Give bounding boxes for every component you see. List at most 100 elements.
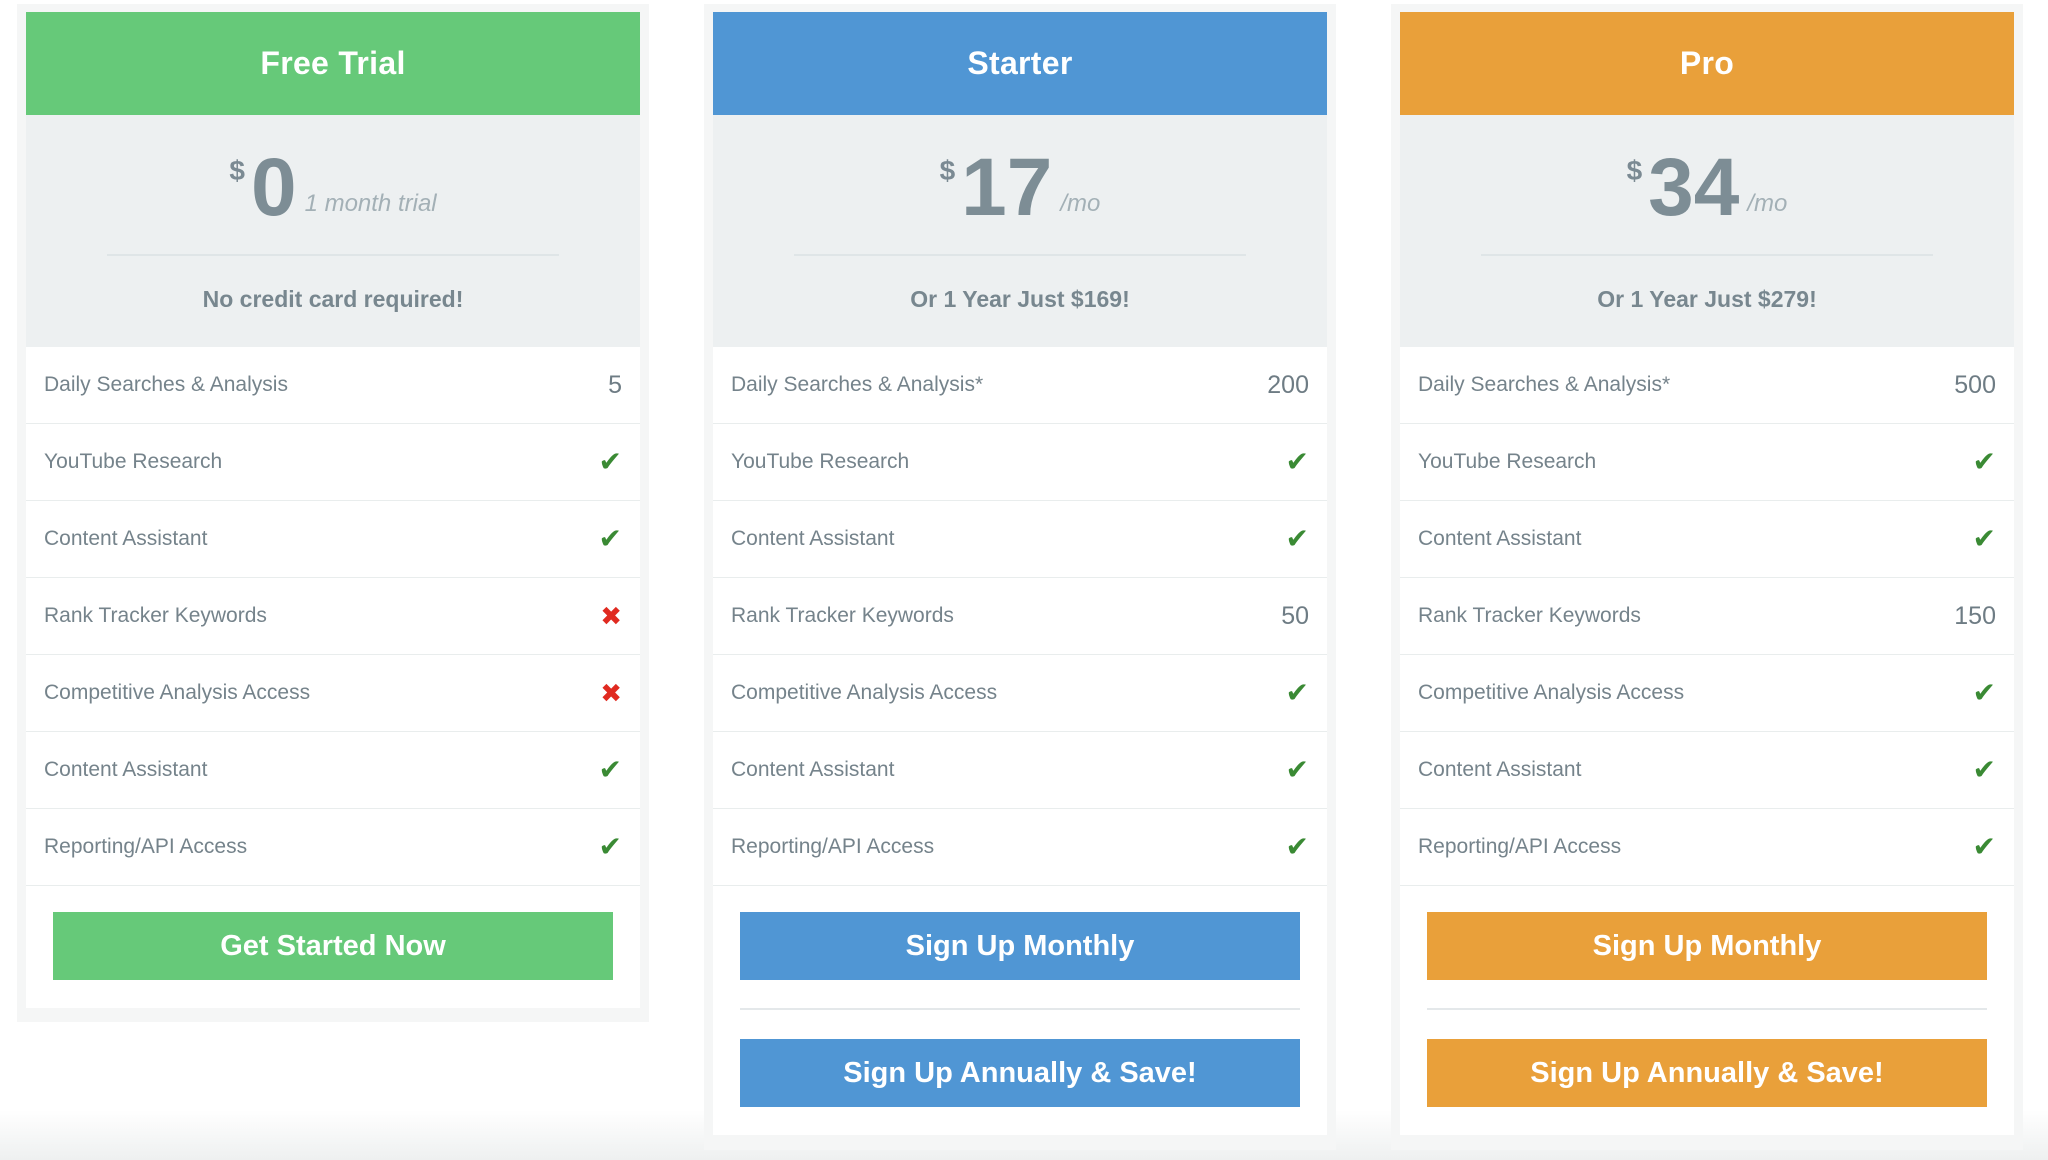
- plan-card-free-trial: Free Trial $0 1 month trial No credit car…: [17, 4, 649, 1022]
- feature-value: 200: [1267, 370, 1309, 399]
- price-box: $34/mo Or 1 Year Just $279!: [1400, 115, 2014, 347]
- feature-row: YouTube Research ✔: [713, 424, 1327, 501]
- sign-up-annually-button[interactable]: Sign Up Annually & Save!: [1427, 1039, 1987, 1107]
- feature-label: Content Assistant: [731, 758, 895, 781]
- price: $17/mo: [713, 141, 1327, 235]
- feature-row: Content Assistant ✔: [713, 501, 1327, 578]
- feature-label: Reporting/API Access: [731, 835, 935, 858]
- feature-row: Reporting/API Access ✔: [1400, 809, 2014, 886]
- get-started-button[interactable]: Get Started Now: [53, 912, 613, 980]
- button-divider: [1427, 1008, 1987, 1010]
- check-icon: ✔: [598, 831, 622, 862]
- feature-row: Competitive Analysis Access ✔: [1400, 655, 2014, 732]
- check-icon: ✔: [1285, 677, 1309, 708]
- price-amount: 34: [1648, 142, 1740, 233]
- feature-value: 5: [608, 370, 622, 399]
- check-icon: ✔: [1972, 446, 1996, 477]
- plan-actions: Sign Up Monthly Sign Up Annually & Save!: [713, 886, 1327, 1135]
- feature-row: YouTube Research ✔: [26, 424, 640, 501]
- price-period: /mo: [1747, 190, 1788, 217]
- price-amount: 0: [250, 142, 297, 233]
- feature-row: Content Assistant ✔: [26, 501, 640, 578]
- price-note: Or 1 Year Just $169!: [910, 286, 1130, 312]
- price-amount: 17: [961, 142, 1053, 233]
- check-icon: ✔: [1972, 831, 1996, 862]
- sign-up-monthly-button[interactable]: Sign Up Monthly: [1427, 912, 1987, 980]
- feature-label: Rank Tracker Keywords: [44, 604, 267, 627]
- check-icon: ✔: [1285, 754, 1309, 785]
- price-box: $0 1 month trial No credit card required!: [26, 115, 640, 347]
- feature-value: 150: [1954, 601, 1996, 630]
- feature-label: YouTube Research: [44, 450, 223, 473]
- feature-row: Rank Tracker Keywords ✖: [26, 578, 640, 655]
- price: $0 1 month trial: [26, 141, 640, 235]
- feature-label: Content Assistant: [731, 527, 895, 550]
- currency-symbol: $: [229, 155, 245, 186]
- check-icon: ✔: [1285, 523, 1309, 554]
- feature-value: 500: [1954, 370, 1996, 399]
- feature-label: YouTube Research: [731, 450, 910, 473]
- divider: [1481, 254, 1933, 256]
- check-icon: ✔: [1972, 523, 1996, 554]
- feature-label: Competitive Analysis Access: [1418, 681, 1685, 704]
- feature-label: YouTube Research: [1418, 450, 1597, 473]
- feature-row: Content Assistant ✔: [1400, 501, 2014, 578]
- currency-symbol: $: [1626, 155, 1643, 186]
- plan-title: Starter: [713, 12, 1327, 115]
- price-note: Or 1 Year Just $279!: [1597, 286, 1817, 312]
- feature-row: Competitive Analysis Access ✖: [26, 655, 640, 732]
- feature-label: Competitive Analysis Access: [44, 681, 311, 704]
- cross-icon: ✖: [600, 678, 622, 708]
- feature-value: 50: [1281, 601, 1309, 630]
- plan-title: Free Trial: [26, 12, 640, 115]
- check-icon: ✔: [1285, 446, 1309, 477]
- plan-actions: Sign Up Monthly Sign Up Annually & Save!: [1400, 886, 2014, 1135]
- price-note: No credit card required!: [202, 286, 464, 312]
- feature-label: Content Assistant: [44, 758, 208, 781]
- feature-row: Rank Tracker Keywords 50: [713, 578, 1327, 655]
- price-period: /mo: [1060, 190, 1101, 217]
- feature-label: Rank Tracker Keywords: [731, 604, 954, 627]
- feature-row: Rank Tracker Keywords 150: [1400, 578, 2014, 655]
- plan-title: Pro: [1400, 12, 2014, 115]
- cross-icon: ✖: [600, 601, 622, 631]
- plan-actions: Get Started Now: [26, 886, 640, 1008]
- feature-label: Daily Searches & Analysis: [44, 373, 288, 396]
- feature-row: Daily Searches & Analysis 5: [26, 347, 640, 424]
- feature-label: Competitive Analysis Access: [731, 681, 998, 704]
- feature-label: Reporting/API Access: [1418, 835, 1622, 858]
- feature-label: Content Assistant: [44, 527, 208, 550]
- feature-row: Competitive Analysis Access ✔: [713, 655, 1327, 732]
- check-icon: ✔: [1972, 677, 1996, 708]
- feature-row: Content Assistant ✔: [713, 732, 1327, 809]
- check-icon: ✔: [598, 754, 622, 785]
- button-divider: [740, 1008, 1300, 1010]
- price-period: 1 month trial: [304, 190, 437, 217]
- currency-symbol: $: [939, 155, 956, 186]
- check-icon: ✔: [598, 523, 622, 554]
- feature-row: YouTube Research ✔: [1400, 424, 2014, 501]
- plan-card-starter: Starter $17/mo Or 1 Year Just $169! Dail…: [704, 4, 1336, 1150]
- feature-row: Reporting/API Access ✔: [26, 809, 640, 886]
- feature-label: Daily Searches & Analysis*: [1418, 373, 1671, 396]
- feature-row: Content Assistant ✔: [1400, 732, 2014, 809]
- feature-label: Daily Searches & Analysis*: [731, 373, 984, 396]
- price: $34/mo: [1400, 141, 2014, 235]
- feature-row: Daily Searches & Analysis* 500: [1400, 347, 2014, 424]
- check-icon: ✔: [598, 446, 622, 477]
- sign-up-monthly-button[interactable]: Sign Up Monthly: [740, 912, 1300, 980]
- feature-row: Reporting/API Access ✔: [713, 809, 1327, 886]
- feature-label: Rank Tracker Keywords: [1418, 604, 1641, 627]
- check-icon: ✔: [1972, 754, 1996, 785]
- feature-row: Daily Searches & Analysis* 200: [713, 347, 1327, 424]
- plan-card-pro: Pro $34/mo Or 1 Year Just $279! Daily Se…: [1391, 4, 2023, 1150]
- divider: [107, 254, 559, 256]
- feature-label: Reporting/API Access: [44, 835, 248, 858]
- divider: [794, 254, 1246, 256]
- feature-label: Content Assistant: [1418, 527, 1582, 550]
- sign-up-annually-button[interactable]: Sign Up Annually & Save!: [740, 1039, 1300, 1107]
- check-icon: ✔: [1285, 831, 1309, 862]
- feature-row: Content Assistant ✔: [26, 732, 640, 809]
- feature-label: Content Assistant: [1418, 758, 1582, 781]
- price-box: $17/mo Or 1 Year Just $169!: [713, 115, 1327, 347]
